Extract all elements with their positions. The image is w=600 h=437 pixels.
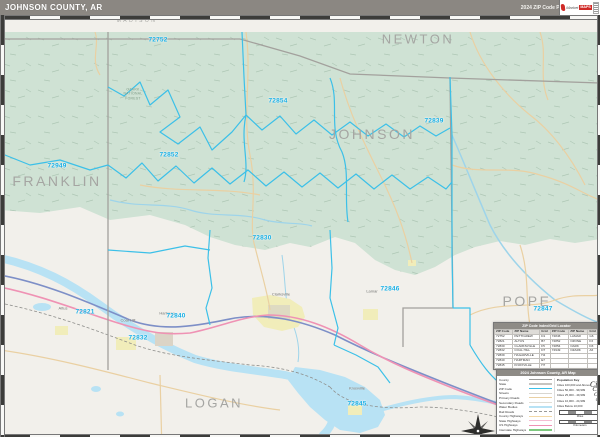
header-bar: JOHNSON COUNTY, AR 2024 ZIP Code Premium… bbox=[0, 0, 600, 15]
logo-maps-text: MAPS bbox=[579, 5, 592, 10]
city-key-item: Cities 25,000 - 49,999City bbox=[556, 392, 600, 398]
zip-label-72949: 72949 bbox=[47, 162, 67, 170]
zip-label-72845: 72845 bbox=[347, 400, 367, 408]
city-key-label: Cities 100,000 and Above bbox=[556, 383, 590, 388]
zip-label-72847: 72847 bbox=[533, 305, 553, 313]
legend-item-label: County Highways bbox=[499, 414, 524, 419]
publisher-logo: Market MAPS bbox=[559, 0, 600, 15]
zip-index-cell: 72845 bbox=[493, 363, 514, 369]
legend-line-swatch bbox=[529, 424, 552, 426]
city-key-label: Cities 50,000 - 99,999 bbox=[556, 388, 586, 393]
legend-line-swatch bbox=[529, 415, 552, 417]
legend-item-label: County bbox=[499, 377, 509, 382]
town-label-lamar: Lamar bbox=[366, 288, 378, 294]
county-label-logan: LOGAN bbox=[184, 395, 244, 411]
legend-city-key: Population Key Cities 100,000 and Above C… bbox=[553, 377, 600, 433]
map-frame-ruler-top bbox=[0, 15, 600, 20]
legend-line-swatch bbox=[529, 406, 552, 409]
legend-line-swatch bbox=[529, 420, 552, 422]
city-key-label: Cities 25,000 - 49,999 bbox=[556, 393, 586, 398]
legend-line-swatch bbox=[529, 397, 552, 399]
zip-label-72840: 72840 bbox=[166, 312, 186, 320]
zip-index-row: 72845 KNOXVILLE H7 bbox=[493, 363, 599, 369]
legend-item-label: Streets bbox=[499, 391, 509, 396]
legend-item-label: Primary Roads bbox=[499, 395, 520, 400]
zip-label-72832: 72832 bbox=[128, 334, 148, 342]
page-title: JOHNSON COUNTY, AR bbox=[5, 3, 103, 12]
town-label-altus: Altus bbox=[58, 305, 68, 311]
zip-index-cell bbox=[568, 363, 589, 369]
legend-line-swatch bbox=[529, 402, 552, 403]
zip-index-cell: KNOXVILLE bbox=[512, 363, 541, 369]
city-key-label: Cities 10,000 - 24,999 bbox=[556, 398, 586, 403]
legend-item-label: Secondary Roads bbox=[499, 400, 524, 405]
map-application-window: { "header": { "title": "JOHNSON COUNTY, … bbox=[0, 0, 600, 437]
zip-label-72854: 72854 bbox=[268, 97, 288, 105]
town-label-clarksville: Clarksville bbox=[271, 291, 291, 297]
zip-label-72821: 72821 bbox=[75, 308, 95, 316]
zip-index-cell bbox=[549, 363, 570, 369]
zip-label-72846: 72846 bbox=[380, 285, 400, 293]
zip-label-72752: 72752 bbox=[148, 36, 168, 44]
legend-item-label: ZIP Code bbox=[499, 386, 513, 391]
county-label-newton: NEWTON bbox=[381, 31, 455, 47]
logo-fineprint-block bbox=[592, 1, 599, 14]
zip-label-72839: 72839 bbox=[424, 117, 444, 125]
legend-item-interstate-highways: Interstate Highways bbox=[499, 428, 554, 433]
zip-label-72852: 72852 bbox=[159, 151, 179, 159]
legend-line-items: County State ZIP Code Streets Primary Roads S… bbox=[499, 378, 554, 433]
city-key-label: Cities Below 10,000 bbox=[556, 403, 583, 408]
logo-script-text: Market bbox=[566, 4, 579, 10]
legend-line-swatch bbox=[529, 383, 552, 386]
zip-index-cell: H7 bbox=[539, 363, 551, 369]
scale-bar-label: Kilometers bbox=[573, 422, 587, 427]
scale-bar-label: Miles bbox=[576, 413, 584, 418]
county-label-franklin: FRANKLIN bbox=[12, 173, 102, 189]
zip-label-72830: 72830 bbox=[252, 234, 272, 242]
scale-bars: Miles Kilometers bbox=[557, 410, 600, 427]
town-label-coal-hill: Coal Hill bbox=[120, 317, 136, 323]
county-label-johnson: JOHNSON bbox=[329, 126, 415, 142]
map-legend: 2024 Johnson County, AR Map County State Z… bbox=[496, 369, 600, 436]
legend-item-label: State Highways bbox=[499, 418, 521, 423]
zip-index-table: ZIP Code Index/Grid Locator ZIP Code ZIP … bbox=[493, 322, 600, 370]
legend-line-swatch bbox=[529, 411, 552, 413]
legend-item-label: State bbox=[499, 382, 507, 387]
usa-map-icon bbox=[560, 3, 566, 12]
legend-line-swatch bbox=[529, 392, 552, 394]
forest-name-label: OZARK NATIONAL FOREST bbox=[123, 87, 143, 101]
map-frame-ruler-left bbox=[0, 15, 5, 437]
legend-item-label: Water Bodies bbox=[499, 405, 518, 410]
city-key-item: Cities Below 10,000• bbox=[557, 403, 600, 408]
national-forest-region bbox=[0, 32, 600, 275]
legend-line-swatch bbox=[529, 379, 552, 381]
legend-line-swatch bbox=[529, 388, 552, 390]
town-label-knoxville: Knoxville bbox=[348, 385, 366, 391]
legend-item-label: US Highways bbox=[499, 423, 518, 428]
legend-line-swatch bbox=[529, 428, 552, 431]
legend-item-label: Rail Roads bbox=[499, 409, 515, 414]
legend-item-label: Interstate Highways bbox=[499, 427, 527, 432]
